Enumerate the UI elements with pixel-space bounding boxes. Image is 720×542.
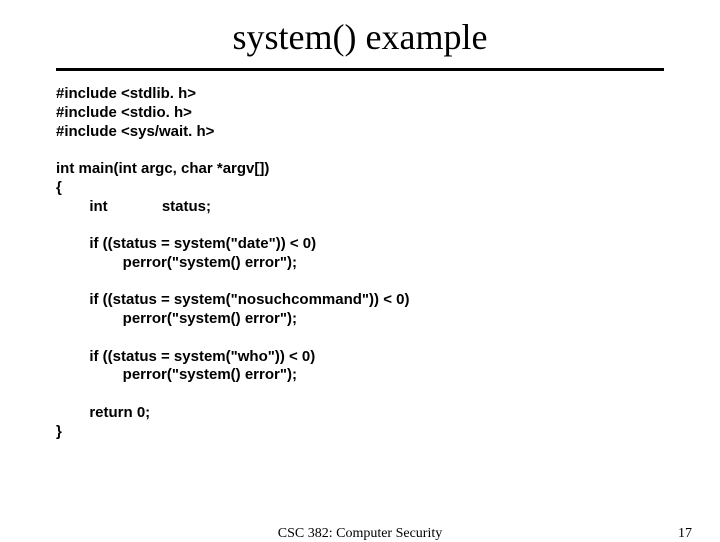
code-block: #include <stdlib. h> #include <stdio. h>… [56, 85, 720, 441]
title-underline [56, 68, 664, 71]
slide: system() example #include <stdlib. h> #i… [0, 0, 720, 540]
slide-title: system() example [0, 0, 720, 68]
